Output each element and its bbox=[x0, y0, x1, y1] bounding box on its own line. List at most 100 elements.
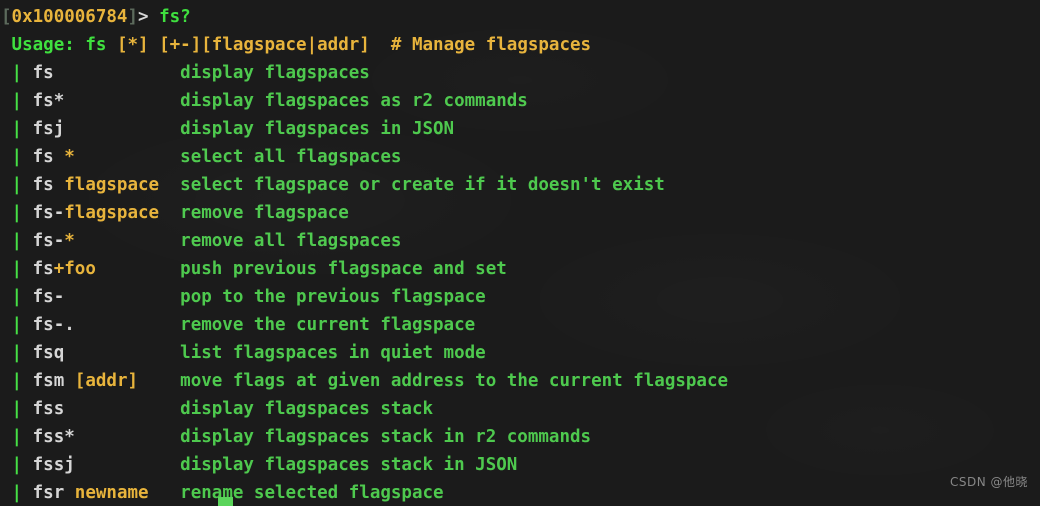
command-row[interactable]: | fsq list flagspaces in quiet mode bbox=[1, 339, 1040, 367]
command-description: display flagspaces bbox=[180, 63, 370, 83]
row-gap bbox=[22, 203, 33, 223]
command-description: display flagspaces stack in JSON bbox=[180, 455, 518, 475]
prompt-close-bracket: ] bbox=[127, 7, 138, 27]
command-name: fs-. bbox=[32, 315, 75, 335]
command-name: fsq bbox=[32, 343, 65, 363]
command-argument: * bbox=[64, 147, 75, 167]
column-padding bbox=[149, 483, 181, 503]
row-indent bbox=[1, 427, 12, 447]
row-gap bbox=[22, 91, 33, 111]
column-padding bbox=[64, 287, 180, 307]
row-indent bbox=[1, 259, 12, 279]
command-row[interactable]: | fs-flagspace remove flagspace bbox=[1, 199, 1040, 227]
column-padding bbox=[64, 91, 180, 111]
command-row[interactable]: | fssj display flagspaces stack in JSON bbox=[1, 451, 1040, 479]
command-row[interactable]: | fs * select all flagspaces bbox=[1, 143, 1040, 171]
row-bullet: | bbox=[11, 287, 23, 307]
command-row[interactable]: | fs+foo push previous flagspace and set bbox=[1, 255, 1040, 283]
row-bullet: | bbox=[11, 259, 23, 279]
row-bullet: | bbox=[11, 175, 23, 195]
command-row[interactable]: | fss* display flagspaces stack in r2 co… bbox=[1, 423, 1040, 451]
row-bullet: | bbox=[11, 343, 23, 363]
command-row[interactable]: | fs* display flagspaces as r2 commands bbox=[1, 87, 1040, 115]
command-row[interactable]: | fs- pop to the previous flagspace bbox=[1, 283, 1040, 311]
row-indent bbox=[1, 483, 12, 503]
column-padding bbox=[159, 175, 180, 195]
command-row[interactable]: | fs-. remove the current flagspace bbox=[1, 311, 1040, 339]
command-name: fs- bbox=[32, 203, 65, 223]
command-description: move flags at given address to the curre… bbox=[180, 371, 729, 391]
row-indent bbox=[1, 455, 12, 475]
command-description: pop to the previous flagspace bbox=[180, 287, 486, 307]
column-padding bbox=[138, 371, 180, 391]
command-description: select flagspace or create if it doesn't… bbox=[180, 175, 665, 195]
row-bullet: | bbox=[11, 119, 23, 139]
command-description: remove the current flagspace bbox=[180, 315, 476, 335]
row-bullet: | bbox=[11, 63, 23, 83]
usage-space-1 bbox=[75, 35, 86, 55]
row-gap bbox=[22, 231, 33, 251]
command-name: fs- bbox=[32, 287, 65, 307]
prompt-arrow: > bbox=[138, 7, 149, 27]
row-bullet: | bbox=[11, 399, 23, 419]
row-indent bbox=[1, 287, 12, 307]
row-bullet: | bbox=[11, 427, 23, 447]
command-argument: flagspace bbox=[64, 175, 160, 195]
row-gap bbox=[22, 371, 33, 391]
usage-label: Usage: bbox=[11, 35, 75, 55]
row-indent bbox=[1, 371, 12, 391]
column-padding bbox=[159, 203, 180, 223]
command-description: display flagspaces in JSON bbox=[180, 119, 455, 139]
command-row[interactable]: | fsj display flagspaces in JSON bbox=[1, 115, 1040, 143]
row-gap bbox=[22, 287, 33, 307]
row-indent bbox=[1, 175, 12, 195]
usage-space-2 bbox=[106, 35, 117, 55]
row-indent bbox=[1, 399, 12, 419]
command-argument: newname bbox=[74, 483, 149, 503]
column-padding bbox=[64, 399, 180, 419]
command-row[interactable]: | fsr newname rename selected flagspace bbox=[1, 479, 1040, 506]
usage-args: [*] [+-][flagspace|addr] bbox=[116, 35, 370, 55]
command-row[interactable]: | fs flagspace select flagspace or creat… bbox=[1, 171, 1040, 199]
command-list: | fs display flagspaces | fs* display fl… bbox=[1, 59, 1040, 506]
usage-line: Usage: fs [*] [+-][flagspace|addr] # Man… bbox=[1, 31, 1040, 59]
command-name: fs bbox=[32, 147, 65, 167]
command-row[interactable]: | fs display flagspaces bbox=[1, 59, 1040, 87]
row-bullet: | bbox=[11, 315, 23, 335]
row-bullet: | bbox=[11, 91, 23, 111]
row-indent bbox=[1, 91, 12, 111]
command-name: fss bbox=[32, 399, 65, 419]
row-indent bbox=[1, 203, 12, 223]
row-indent bbox=[1, 231, 12, 251]
row-bullet: | bbox=[11, 483, 23, 503]
usage-comment: # Manage flagspaces bbox=[390, 35, 592, 55]
row-gap bbox=[22, 315, 33, 335]
command-row[interactable]: | fs-* remove all flagspaces bbox=[1, 227, 1040, 255]
command-argument: flagspace bbox=[64, 203, 160, 223]
row-bullet: | bbox=[11, 203, 23, 223]
row-bullet: | bbox=[11, 147, 23, 167]
row-indent bbox=[1, 147, 12, 167]
command-argument: [addr] bbox=[74, 371, 139, 391]
row-gap bbox=[22, 119, 33, 139]
command-row[interactable]: | fsm [addr] move flags at given address… bbox=[1, 367, 1040, 395]
terminal-window[interactable]: [0x100006784]> fs? Usage: fs [*] [+-][fl… bbox=[0, 0, 1040, 506]
terminal-cursor bbox=[218, 497, 233, 506]
command-name: fs bbox=[32, 63, 54, 83]
watermark: CSDN @他晓 bbox=[949, 475, 1028, 489]
row-indent bbox=[1, 343, 12, 363]
row-bullet: | bbox=[11, 371, 23, 391]
usage-space-3 bbox=[370, 35, 391, 55]
row-bullet: | bbox=[11, 455, 23, 475]
command-description: display flagspaces as r2 commands bbox=[180, 91, 528, 111]
command-argument: * bbox=[64, 231, 75, 251]
row-gap bbox=[22, 63, 33, 83]
command-description: display flagspaces stack in r2 commands bbox=[180, 427, 592, 447]
command-name: fs bbox=[32, 259, 54, 279]
command-description: push previous flagspace and set bbox=[180, 259, 507, 279]
command-description: display flagspaces stack bbox=[180, 399, 434, 419]
prompt-command-spacer bbox=[149, 7, 160, 27]
column-padding bbox=[75, 455, 180, 475]
command-description: remove all flagspaces bbox=[180, 231, 402, 251]
command-row[interactable]: | fss display flagspaces stack bbox=[1, 395, 1040, 423]
